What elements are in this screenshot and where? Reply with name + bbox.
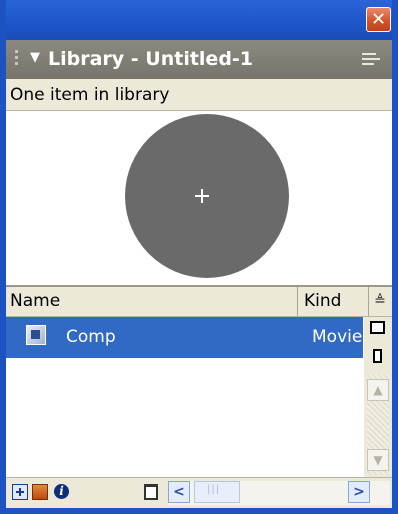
list-item[interactable]: Comp Movie [6, 317, 363, 358]
sort-toggle-icon[interactable]: ≜ [370, 289, 390, 313]
narrow-view-icon[interactable] [373, 349, 382, 363]
side-button-panel: ▲ ▼ [364, 317, 392, 477]
item-count-bar: One item in library [6, 79, 392, 111]
new-symbol-icon[interactable] [12, 484, 28, 500]
column-name-header[interactable]: Name [6, 287, 298, 316]
movie-clip-icon [26, 325, 46, 345]
scroll-up-button[interactable]: ▲ [367, 379, 389, 401]
scroll-thumb[interactable] [194, 481, 240, 503]
window-frame-top [0, 0, 398, 40]
scroll-left-button[interactable]: < [168, 481, 190, 503]
symbol-preview [6, 111, 392, 287]
drag-grip-icon[interactable] [14, 50, 20, 70]
bottom-toolbar: i < > [6, 477, 392, 508]
scroll-right-button[interactable]: > [348, 481, 370, 503]
close-icon: ✕ [370, 8, 387, 30]
panel-title-bar[interactable]: ▼ Library - Untitled-1 [6, 40, 392, 79]
vertical-scrollbar[interactable]: ▲ ▼ [367, 375, 389, 475]
collapse-arrow-icon[interactable]: ▼ [30, 50, 40, 65]
column-kind-label: Kind [304, 291, 342, 311]
library-window: ✕ ▼ Library - Untitled-1 One item in lib… [0, 0, 398, 514]
item-name: Comp [66, 327, 116, 347]
window-frame-bottom [0, 508, 398, 514]
item-kind: Movie [312, 327, 363, 347]
scroll-down-button[interactable]: ▼ [367, 449, 389, 471]
properties-info-icon[interactable]: i [54, 484, 69, 499]
column-name-label: Name [10, 291, 61, 311]
column-kind-header[interactable]: Kind [298, 287, 369, 316]
column-header: Name Kind ≜ [6, 287, 392, 317]
panel-title: Library - Untitled-1 [48, 48, 254, 70]
window-frame-right [392, 0, 398, 514]
wide-view-icon[interactable] [370, 321, 385, 334]
item-count-text: One item in library [10, 85, 170, 105]
registration-point-icon [195, 189, 209, 203]
library-item-list: Comp Movie [6, 317, 363, 477]
options-menu-icon[interactable] [362, 53, 384, 69]
close-button[interactable]: ✕ [366, 7, 391, 32]
horizontal-scrollbar[interactable]: < > [168, 481, 390, 505]
trash-icon[interactable] [144, 484, 158, 500]
new-folder-icon[interactable] [32, 484, 48, 500]
